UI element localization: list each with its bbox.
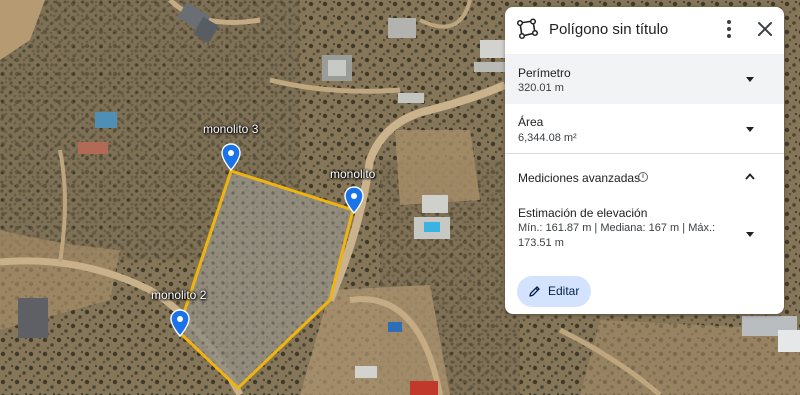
panel-title: Polígono sin título <box>549 21 669 38</box>
elevation-stats: Mín.: 161.87 m | Mediana: 167 m | Máx.: … <box>518 222 716 249</box>
pencil-icon <box>529 286 540 297</box>
chevron-up-icon <box>745 173 755 180</box>
close-icon[interactable] <box>753 17 777 41</box>
area-label: Área <box>518 115 544 129</box>
chevron-down-icon <box>746 232 754 237</box>
marker-label-monolito: monolito <box>330 167 376 181</box>
map-pin-icon[interactable] <box>221 143 241 171</box>
edit-button-label: Editar <box>548 284 580 298</box>
measurement-panel: Polígono sin título Perímetro 320.01 m Á… <box>505 7 784 314</box>
marker-label-monolito-3: monolito 3 <box>203 122 259 136</box>
info-icon[interactable]: i <box>638 172 648 182</box>
edit-button[interactable]: Editar <box>517 276 591 307</box>
chevron-down-icon <box>746 127 754 132</box>
elevation-label: Estimación de elevación <box>518 206 648 220</box>
chevron-down-icon <box>746 77 754 82</box>
divider <box>505 153 784 154</box>
area-row[interactable]: Área 6,344.08 m² <box>505 107 784 157</box>
map-pin-icon[interactable] <box>344 186 364 214</box>
polygon-icon <box>516 18 538 40</box>
elevation-row[interactable]: Estimación de elevación Mín.: 161.87 m |… <box>505 199 784 259</box>
advanced-measurements-label: Mediciones avanzadas <box>518 171 641 185</box>
area-value: 6,344.08 m² <box>518 132 577 144</box>
perimeter-value: 320.01 m <box>518 82 564 94</box>
panel-header: Polígono sin título <box>505 7 784 54</box>
marker-label-monolito-2: monolito 2 <box>151 288 207 302</box>
map-pin-icon[interactable] <box>170 309 190 337</box>
advanced-measurements-toggle[interactable]: Mediciones avanzadas i <box>505 160 784 194</box>
more-vert-icon[interactable] <box>717 16 741 42</box>
perimeter-row[interactable]: Perímetro 320.01 m <box>505 54 784 104</box>
perimeter-label: Perímetro <box>518 66 571 80</box>
